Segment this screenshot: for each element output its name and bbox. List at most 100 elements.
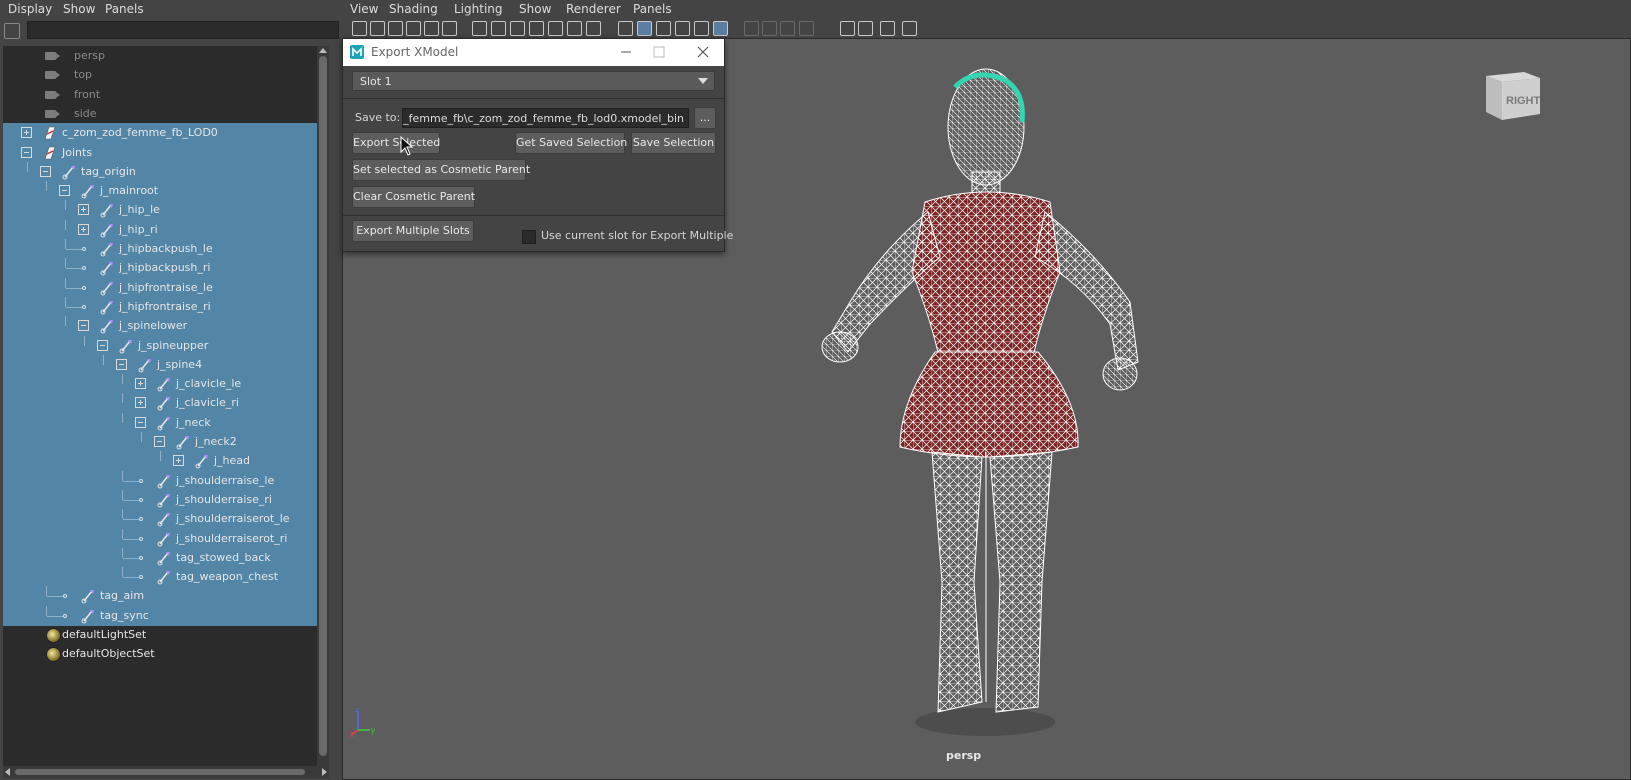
save-path-input[interactable]: c:\zom_zod_femme_fb\c_zom_zod_femme_fb_l… xyxy=(402,108,689,128)
outliner-tree[interactable]: persp top front side c_zom_zod_femme_fb_LOD0… xyxy=(3,46,329,766)
outliner-horizontal-scrollbar[interactable] xyxy=(3,766,329,778)
depth-of-field-icon[interactable] xyxy=(799,21,814,36)
expand-icon[interactable] xyxy=(135,378,146,389)
outliner-item-defaultobjectset[interactable]: defaultObjectSet xyxy=(3,644,329,664)
wireframe-on-shaded-icon[interactable] xyxy=(656,21,671,36)
menu-shading[interactable]: Shading xyxy=(389,2,438,16)
use-current-slot-checkbox[interactable] xyxy=(522,230,536,244)
outliner-item-top[interactable]: top xyxy=(3,65,329,85)
outliner-item-j-hipbackpush-le[interactable]: j_hipbackpush_le xyxy=(3,239,329,259)
slot-dropdown[interactable]: Slot 1 xyxy=(352,71,715,91)
motion-blur-icon[interactable] xyxy=(762,21,777,36)
get-saved-selection-button[interactable]: Get Saved Selection xyxy=(515,132,627,154)
clear-cosmetic-parent-button[interactable]: Clear Cosmetic Parent xyxy=(352,186,475,208)
menu-renderer[interactable]: Renderer xyxy=(566,2,621,16)
outliner-item-c-zom-zod-femme-fb-lod0[interactable]: c_zom_zod_femme_fb_LOD0 xyxy=(3,123,329,143)
outliner-item-j-clavicle-le[interactable]: j_clavicle_le xyxy=(3,374,329,394)
xray-icon[interactable] xyxy=(858,21,873,36)
outliner-item-tag-stowed-back[interactable]: tag_stowed_back xyxy=(3,548,329,568)
outliner-item-j-shoulderraise-ri[interactable]: j_shoulderraise_ri xyxy=(3,490,329,510)
menu-view[interactable]: View xyxy=(350,2,378,16)
outliner-vertical-scrollbar[interactable] xyxy=(317,46,329,776)
collapse-icon[interactable] xyxy=(135,417,146,428)
character-wireframe[interactable] xyxy=(760,62,1160,752)
camera-attributes-icon[interactable] xyxy=(370,21,385,36)
export-selected-button[interactable]: Export Selected xyxy=(352,132,440,154)
save-selection-button[interactable]: Save Selection xyxy=(631,132,716,154)
outliner-item-j-hipbackpush-ri[interactable]: j_hipbackpush_ri xyxy=(3,258,329,278)
grease-pencil-icon[interactable] xyxy=(442,21,457,36)
outliner-item-front[interactable]: front xyxy=(3,85,329,105)
camera-icon[interactable] xyxy=(352,21,367,36)
camera-pan-icon[interactable] xyxy=(424,21,439,36)
bookmark-icon[interactable] xyxy=(388,21,403,36)
xray-active-icon[interactable] xyxy=(902,21,917,36)
outliner-item-tag-aim[interactable]: tag_aim xyxy=(3,586,329,606)
outliner-item-tag-sync[interactable]: tag_sync xyxy=(3,606,329,626)
outliner-search-input[interactable] xyxy=(27,21,339,39)
menu-show[interactable]: Show xyxy=(63,2,95,16)
outliner-item-j-neck2[interactable]: j_neck2 xyxy=(3,432,329,452)
outliner-vertical-scroll-thumb[interactable] xyxy=(319,56,327,756)
maximize-button[interactable] xyxy=(648,42,670,62)
outliner-item-side[interactable]: side xyxy=(3,104,329,124)
collapse-icon[interactable] xyxy=(154,436,165,447)
outliner-item-j-shoulderraiserot-ri[interactable]: j_shoulderraiserot_ri xyxy=(3,529,329,549)
outliner-item-j-mainroot[interactable]: j_mainroot xyxy=(3,181,329,201)
expand-icon[interactable] xyxy=(78,224,89,235)
menu-panels[interactable]: Panels xyxy=(105,2,144,16)
safe-title-icon[interactable] xyxy=(586,21,601,36)
film-gate-icon[interactable] xyxy=(491,21,506,36)
outliner-item-j-spine4[interactable]: j_spine4 xyxy=(3,355,329,375)
outliner-item-persp[interactable]: persp xyxy=(3,46,329,66)
textured-icon[interactable] xyxy=(675,21,690,36)
field-chart-icon[interactable] xyxy=(548,21,563,36)
grid-icon[interactable] xyxy=(472,21,487,36)
viewcube[interactable]: RIGHT xyxy=(1480,66,1544,122)
collapse-icon[interactable] xyxy=(116,359,127,370)
anti-aliasing-icon[interactable] xyxy=(780,21,795,36)
wireframe-icon[interactable] xyxy=(618,21,633,36)
collapse-icon[interactable] xyxy=(59,185,70,196)
menu-lighting[interactable]: Lighting xyxy=(454,2,503,16)
outliner-horizontal-scroll-thumb[interactable] xyxy=(15,769,305,775)
safe-action-icon[interactable] xyxy=(567,21,582,36)
menu-panels-viewport[interactable]: Panels xyxy=(633,2,672,16)
shadows-icon[interactable] xyxy=(713,21,728,36)
collapse-icon[interactable] xyxy=(78,320,89,331)
export-multiple-slots-button[interactable]: Export Multiple Slots xyxy=(352,220,474,242)
isolate-select-icon[interactable] xyxy=(840,21,855,36)
outliner-item-j-head[interactable]: j_head xyxy=(3,451,329,471)
outliner-item-j-hipfrontraise-ri[interactable]: j_hipfrontraise_ri xyxy=(3,297,329,317)
outliner-item-j-shoulderraise-le[interactable]: j_shoulderraise_le xyxy=(3,471,329,491)
filter-icon[interactable] xyxy=(4,23,20,39)
outliner-item-j-hip-le[interactable]: j_hip_le xyxy=(3,200,329,220)
scroll-up-arrow-icon[interactable] xyxy=(319,48,327,53)
outliner-item-defaultlightset[interactable]: defaultLightSet xyxy=(3,625,329,645)
outliner-item-j-neck[interactable]: j_neck xyxy=(3,413,329,433)
browse-button[interactable]: ... xyxy=(694,107,716,129)
expand-icon[interactable] xyxy=(21,127,32,138)
collapse-icon[interactable] xyxy=(21,147,32,158)
dialog-titlebar[interactable]: Export XModel xyxy=(343,39,724,66)
smooth-shade-icon[interactable] xyxy=(637,21,652,36)
expand-icon[interactable] xyxy=(78,204,89,215)
menu-show-viewport[interactable]: Show xyxy=(519,2,551,16)
collapse-icon[interactable] xyxy=(40,166,51,177)
gate-mask-icon[interactable] xyxy=(529,21,544,36)
outliner-item-j-shoulderraiserot-le[interactable]: j_shoulderraiserot_le xyxy=(3,509,329,529)
collapse-icon[interactable] xyxy=(97,340,108,351)
use-all-lights-icon[interactable] xyxy=(694,21,709,36)
xray-joints-icon[interactable] xyxy=(880,21,895,36)
outliner-item-j-hipfrontraise-le[interactable]: j_hipfrontraise_le xyxy=(3,278,329,298)
outliner-item-j-spinelower[interactable]: j_spinelower xyxy=(3,316,329,336)
outliner-item-j-hip-ri[interactable]: j_hip_ri xyxy=(3,220,329,240)
outliner-item-j-clavicle-ri[interactable]: j_clavicle_ri xyxy=(3,393,329,413)
close-button[interactable] xyxy=(692,42,714,62)
set-cosmetic-parent-button[interactable]: Set selected as Cosmetic Parent xyxy=(352,159,530,181)
outliner-item-tag-weapon-chest[interactable]: tag_weapon_chest xyxy=(3,567,329,587)
image-plane-icon[interactable] xyxy=(406,21,421,36)
minimize-button[interactable] xyxy=(615,42,637,62)
resolution-gate-icon[interactable] xyxy=(510,21,525,36)
expand-icon[interactable] xyxy=(135,397,146,408)
